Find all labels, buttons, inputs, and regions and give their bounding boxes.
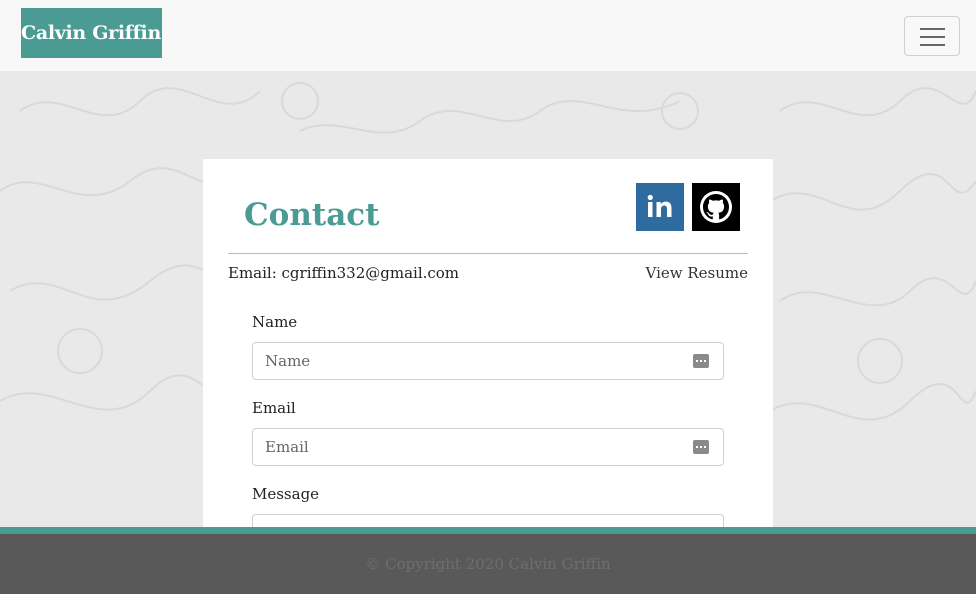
- footer-accent-bar: [0, 527, 976, 534]
- name-placeholder: Name: [265, 352, 311, 370]
- divider: [228, 253, 748, 254]
- navbar-toggler-button[interactable]: [904, 16, 960, 56]
- linkedin-button[interactable]: [636, 183, 684, 231]
- hamburger-icon: [920, 36, 945, 38]
- email-field[interactable]: Email: [252, 428, 724, 466]
- navbar: Calvin Griffin: [0, 0, 976, 71]
- message-label: Message: [252, 485, 320, 503]
- linkedin-icon: [647, 194, 672, 217]
- autofill-key-icon[interactable]: [693, 354, 709, 368]
- email-placeholder: Email: [265, 438, 309, 456]
- page-title: Contact: [244, 197, 380, 233]
- hamburger-icon: [920, 44, 945, 46]
- brand-logo[interactable]: Calvin Griffin: [21, 8, 162, 58]
- contact-card: Contact Email: cgriffin332@gmail.com Vie…: [203, 159, 773, 527]
- footer: © Copyright 2020 Calvin Griffin: [0, 534, 976, 594]
- email-label: Email: [252, 399, 296, 417]
- github-icon: [700, 191, 732, 223]
- name-label: Name: [252, 313, 298, 331]
- hamburger-icon: [920, 28, 945, 30]
- name-field[interactable]: Name: [252, 342, 724, 380]
- view-resume-link[interactable]: View Resume: [646, 264, 748, 282]
- autofill-key-icon[interactable]: [693, 440, 709, 454]
- message-field[interactable]: [252, 514, 724, 527]
- copyright-text: © Copyright 2020 Calvin Griffin: [365, 555, 611, 573]
- github-button[interactable]: [692, 183, 740, 231]
- email-address: Email: cgriffin332@gmail.com: [228, 264, 460, 282]
